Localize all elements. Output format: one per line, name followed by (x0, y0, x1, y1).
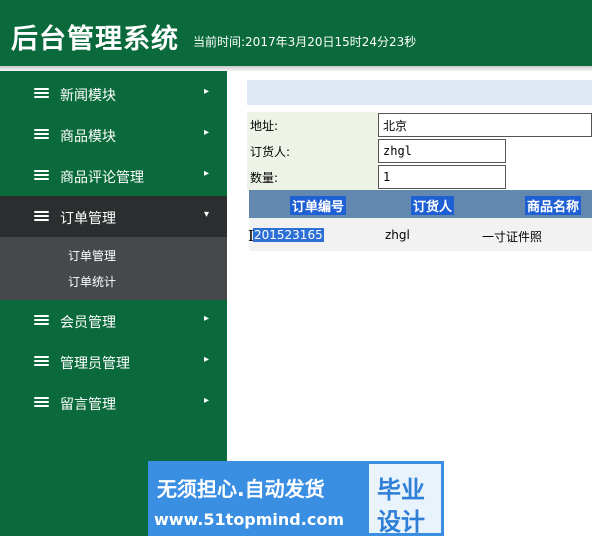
watermark-slogan: 无须担心.自动发货 (157, 477, 325, 501)
submenu-item-order-stats[interactable]: 订单统计 (0, 269, 227, 295)
app-title: 后台管理系统 (11, 24, 179, 55)
order-table-header: 订单编号 订货人 商品名称 (249, 190, 592, 218)
watermark-word-1: 毕业 (377, 476, 425, 504)
address-label: 地址: (247, 112, 378, 138)
sidebar-item-admins[interactable]: 管理员管理 ▸ (0, 341, 227, 382)
sidebar-item-label: 管理员管理 (60, 356, 130, 372)
stack-icon (34, 170, 49, 182)
stack-icon (34, 211, 49, 223)
sidebar-item-members[interactable]: 会员管理 ▸ (0, 300, 227, 341)
order-no-cell[interactable]: 201523165 (253, 228, 324, 242)
app-header: 后台管理系统 当前时间:2017年3月20日15时24分23秒 (0, 0, 592, 66)
column-header-buyer[interactable]: 订货人 (411, 196, 455, 215)
order-form: 地址: 订货人: 数量: (247, 112, 592, 190)
chevron-right-icon: ▸ (204, 168, 210, 179)
buyer-cell: zhgl (385, 228, 410, 242)
text-cursor-icon: I (248, 227, 254, 245)
submenu-item-order-manage[interactable]: 订单管理 (0, 243, 227, 269)
watermark-word-2: 设计 (377, 508, 425, 536)
column-header-product[interactable]: 商品名称 (525, 196, 582, 215)
chevron-right-icon: ▸ (204, 127, 210, 138)
stack-icon (34, 129, 49, 141)
stack-icon (34, 315, 49, 327)
watermark-right: 毕业 设计 (366, 461, 444, 536)
quantity-field[interactable] (378, 165, 506, 189)
chevron-down-icon: ▾ (204, 209, 210, 220)
sidebar-item-label: 商品评论管理 (60, 170, 144, 186)
watermark-banner: 无须担心.自动发货 www.51topmind.com 毕业 设计 (148, 461, 444, 536)
sidebar-item-messages[interactable]: 留言管理 ▸ (0, 382, 227, 423)
stack-icon (34, 356, 49, 368)
sidebar-item-orders[interactable]: 订单管理 ▾ (0, 196, 227, 237)
chevron-right-icon: ▸ (204, 86, 210, 97)
buyer-field[interactable] (378, 139, 506, 163)
chevron-right-icon: ▸ (204, 313, 210, 324)
sidebar-item-label: 商品模块 (60, 129, 116, 145)
main-content: 地址: 订货人: 数量: 订单编号 订货人 商品名称 201523165 zhg… (247, 80, 592, 251)
sidebar-item-label: 新闻模块 (60, 88, 116, 104)
sidebar-item-products[interactable]: 商品模块 ▸ (0, 114, 227, 155)
content-toolbar (247, 80, 592, 105)
stack-icon (34, 397, 49, 409)
sidebar-item-label: 订单管理 (60, 211, 116, 227)
quantity-label: 数量: (247, 164, 378, 190)
sidebar-item-label: 留言管理 (60, 397, 116, 413)
address-field[interactable] (378, 113, 592, 137)
chevron-right-icon: ▸ (204, 354, 210, 365)
product-cell: 一寸证件照 (482, 230, 543, 244)
current-time: 当前时间:2017年3月20日15时24分23秒 (193, 35, 417, 49)
sidebar-item-reviews[interactable]: 商品评论管理 ▸ (0, 155, 227, 196)
orders-submenu: 订单管理 订单统计 (0, 237, 227, 300)
watermark-left: 无须担心.自动发货 www.51topmind.com (148, 461, 366, 536)
column-header-order-no[interactable]: 订单编号 (290, 196, 347, 215)
buyer-label: 订货人: (247, 138, 378, 164)
chevron-right-icon: ▸ (204, 395, 210, 406)
table-row[interactable]: 201523165 zhgl 一寸证件照 (249, 218, 592, 251)
watermark-url: www.51topmind.com (154, 510, 344, 529)
stack-icon (34, 88, 49, 100)
sidebar-item-news[interactable]: 新闻模块 ▸ (0, 73, 227, 114)
sidebar-item-label: 会员管理 (60, 315, 116, 331)
